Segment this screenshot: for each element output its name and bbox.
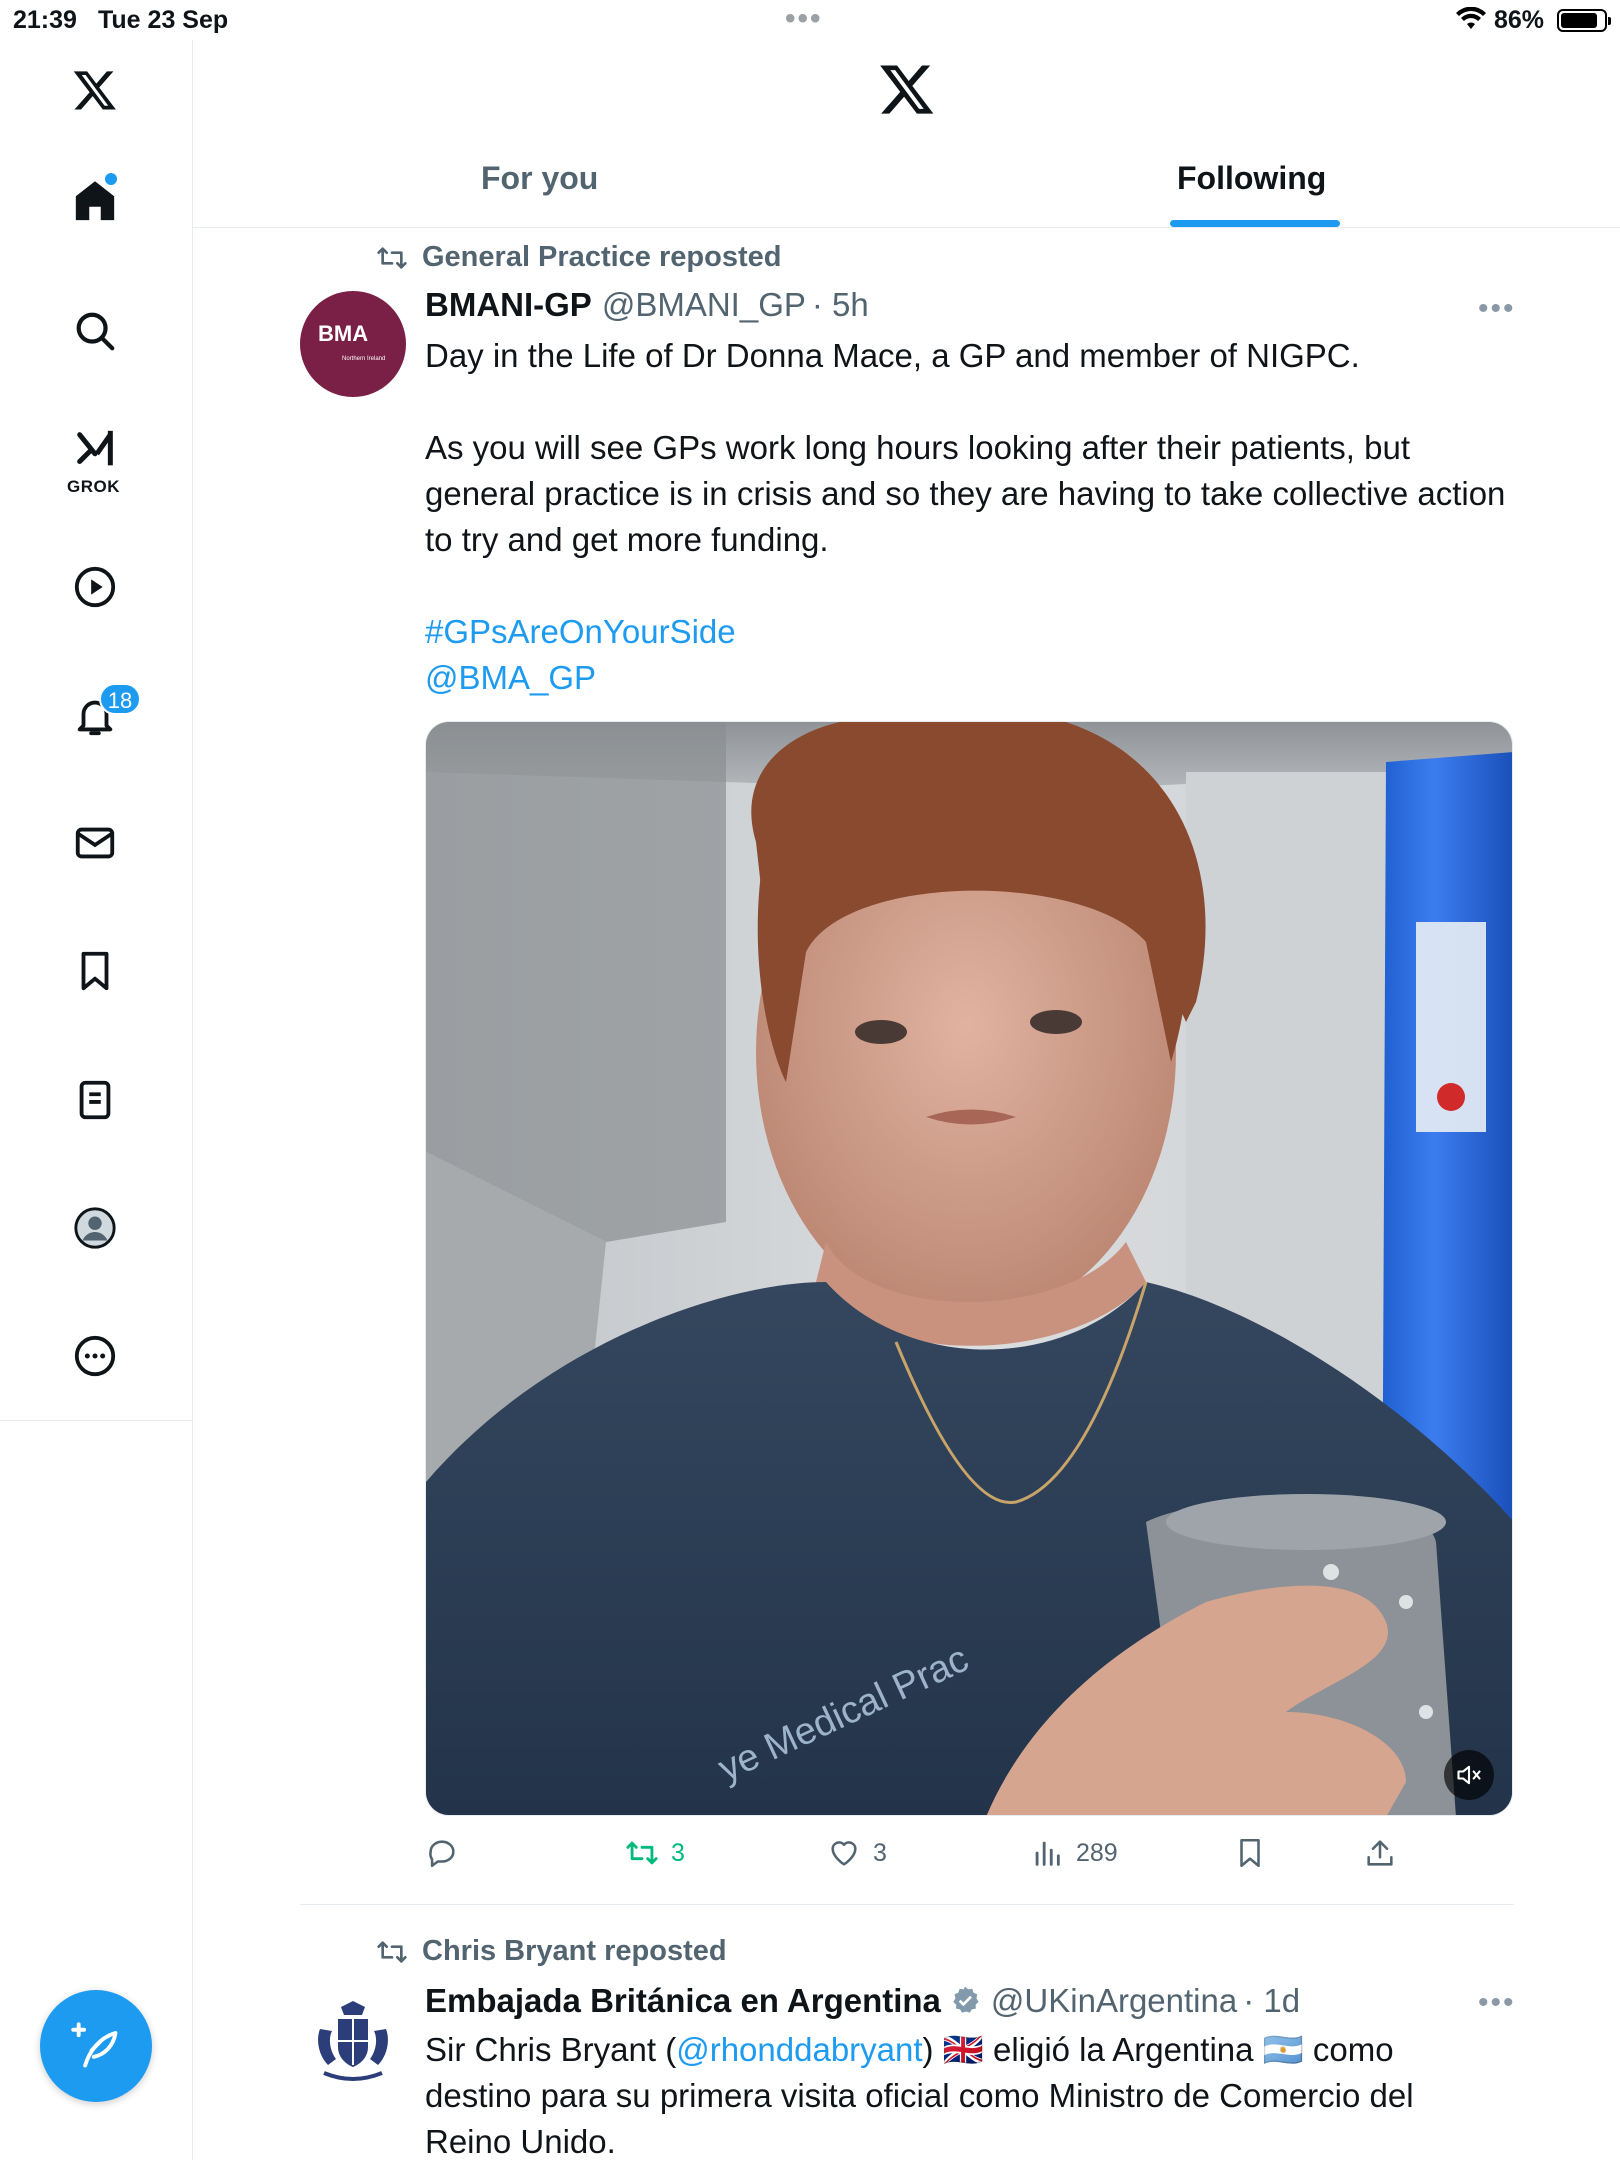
tweet-time-2[interactable]: · 1d [1243,1982,1300,2020]
video-frame-image: ye Medical Prac [426,722,1512,1815]
list-icon [79,1080,111,1120]
sidebar-border [192,1420,193,2160]
mention-link[interactable]: @BMA_GP [425,655,1515,701]
heart-icon [831,1841,857,1866]
bma-logo-text: BMA [318,321,369,346]
tweet-text-para2: As you will see GPs work long hours look… [425,429,1506,558]
tweet-text-2-part-b: ) 🇬🇧 eligió la Argentina 🇦🇷 como [922,2031,1394,2068]
repost-context[interactable]: General Practice reposted [376,241,781,274]
tweet-text-line1: Day in the Life of Dr Donna Mace, a GP a… [425,337,1360,374]
share-icon [1367,1840,1393,1866]
repost-context-2[interactable]: Chris Bryant reposted [376,1935,727,1968]
tab-following[interactable]: Following [1177,160,1326,197]
x-logo-icon[interactable] [55,50,135,130]
status-bar: 21:39 Tue 23 Sep ••• 86% [0,0,1620,40]
tweet-author-row: BMANI-GP @BMANI_GP · 5h [425,286,869,324]
repost-button[interactable]: 3 [625,1836,685,1870]
profile-icon [74,1207,116,1249]
hashtag-link[interactable]: #GPsAreOnYourSide [425,609,1515,655]
views-chart-icon [1035,1841,1060,1866]
tweet-actions: 3 3 289 [425,1836,1525,1876]
bookmark-icon [81,951,109,991]
sidebar-item-profile[interactable] [55,1188,135,1268]
tweet-divider [300,1904,1514,1905]
repost-label-2: Chris Bryant reposted [422,1935,727,1967]
tweet-text-2-line3: Reino Unido. [425,2123,616,2160]
muted-speaker-icon [1457,1765,1481,1785]
grok-label: GROK [67,477,120,496]
wifi-icon [1456,6,1486,38]
compose-post-button[interactable] [40,1990,152,2102]
more-icon [74,1335,116,1377]
x-logo-header-icon[interactable] [878,60,936,118]
active-tab-indicator [1170,220,1340,227]
mention-link-2[interactable]: @rhonddabryant [676,2031,922,2068]
tweet-text-2-part-a: Sir Chris Bryant ( [425,2031,677,2068]
avatar-royal-arms[interactable] [306,1995,400,2089]
tweet-more-icon[interactable]: ••• [1478,292,1516,326]
author-name[interactable]: BMANI-GP [425,286,592,324]
status-date: Tue 23 Sep [98,6,229,34]
sidebar-item-bookmarks[interactable] [55,931,135,1011]
tweet-video[interactable]: ye Medical Prac [425,721,1513,1816]
timeline-header: For you Following [193,40,1620,228]
reply-button[interactable] [425,1836,471,1870]
royal-coat-of-arms-icon [318,2001,388,2081]
mail-icon [75,827,115,859]
multitasking-dots-icon[interactable]: ••• [785,2,823,36]
bma-logo-subtext: Northern Ireland [342,356,386,362]
sidebar-item-lists[interactable] [55,1060,135,1140]
tab-for-you[interactable]: For you [481,160,598,197]
home-unread-dot [105,173,117,185]
sidebar-divider [0,1420,193,1421]
author-handle[interactable]: @BMANI_GP [602,286,806,324]
author-name-2[interactable]: Embajada Británica en Argentina [425,1982,941,2020]
bookmark-action-icon [1240,1838,1260,1868]
tweet-author-row-2: Embajada Británica en Argentina @UKinArg… [425,1980,1300,2020]
repost-icon [377,246,407,269]
repost-count: 3 [671,1838,685,1867]
share-button[interactable] [1363,1836,1397,1870]
play-icon [74,566,116,608]
like-count: 3 [873,1838,887,1867]
status-time: 21:39 [13,6,77,34]
verified-badge-icon [949,1984,981,2024]
notifications-badge: 18 [99,683,141,715]
tweet-more-icon-2[interactable]: ••• [1478,1986,1516,2020]
views-button[interactable]: 289 [1030,1836,1118,1870]
sidebar-item-more[interactable] [55,1316,135,1396]
repost-action-icon [626,1841,658,1865]
sidebar-item-videos[interactable] [55,547,135,627]
battery-percent: 86% [1494,6,1545,34]
views-count: 289 [1076,1838,1118,1867]
tweet-text-2-line2: destino para su primera visita oficial c… [425,2077,1414,2114]
like-button[interactable]: 3 [827,1836,887,1870]
search-icon [76,312,115,351]
tweet-time[interactable]: · 5h [812,286,869,324]
compose-feather-icon [71,2022,118,2068]
author-handle-2[interactable]: @UKinArgentina [991,1982,1237,2020]
reply-icon [429,1840,455,1868]
avatar[interactable]: BMA Northern Ireland [300,291,406,397]
sidebar-item-messages[interactable] [55,803,135,883]
battery-icon [1557,9,1611,32]
repost-icon [377,1940,407,1963]
video-mute-button[interactable] [1444,1750,1494,1800]
sidebar-item-home[interactable] [55,161,135,241]
repost-label: General Practice reposted [422,241,782,273]
bookmark-button[interactable] [1233,1836,1267,1870]
tweet-text: Day in the Life of Dr Donna Mace, a GP a… [425,333,1515,701]
sidebar-item-search[interactable] [55,291,135,371]
grok-icon [77,430,113,466]
tweet-text-2: Sir Chris Bryant (@rhonddabryant) 🇬🇧 eli… [425,2027,1525,2160]
